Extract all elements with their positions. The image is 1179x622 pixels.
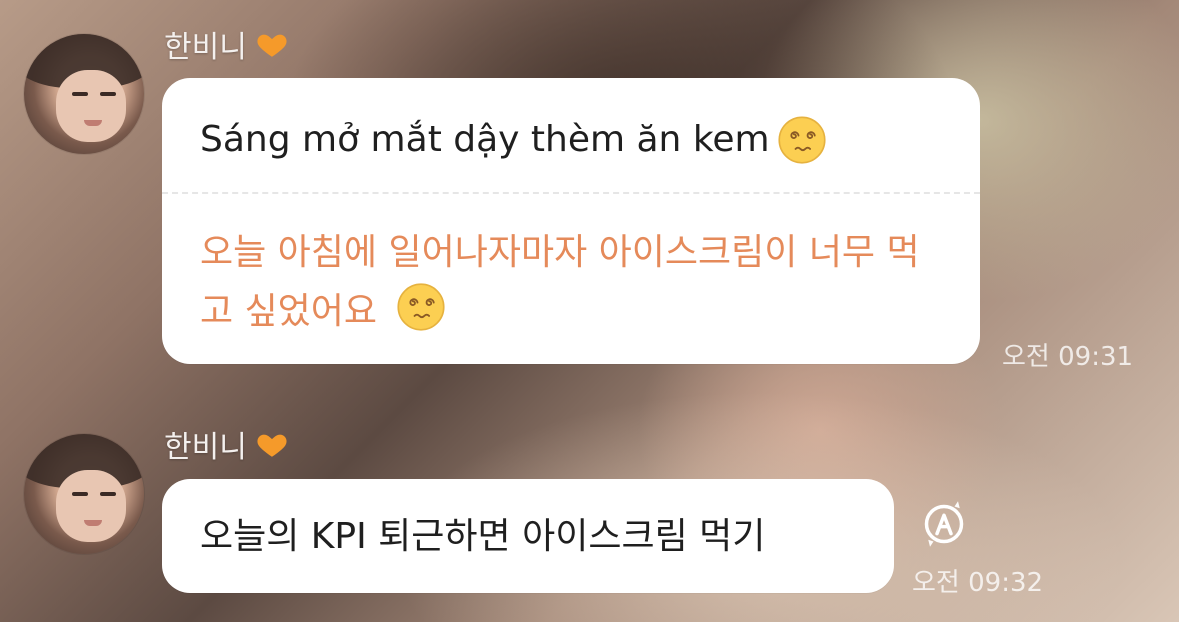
dizzy-face-emoji-icon bbox=[778, 116, 826, 164]
message-text-row: Sáng mở mắt dậy thèm ăn kem bbox=[200, 114, 828, 166]
avatar-eye bbox=[100, 492, 116, 496]
message-text: 오늘의 KPI 퇴근하면 아이스크림 먹기 bbox=[200, 516, 766, 557]
message-timestamp: 오전 09:32 bbox=[912, 568, 1044, 598]
sender-label: 한비니 bbox=[164, 30, 247, 65]
translate-icon[interactable] bbox=[916, 496, 972, 552]
avatar-eye bbox=[100, 92, 116, 96]
avatar-face bbox=[56, 70, 126, 142]
avatar[interactable] bbox=[24, 34, 144, 154]
message-bubble[interactable]: Sáng mở mắt dậy thèm ăn kem 오늘 아침에 일어나자마… bbox=[162, 78, 980, 364]
translation-text: 오늘 아침에 일어나자마자 아이스크림이 너무 먹고 싶었어요 bbox=[200, 232, 920, 332]
translation-divider bbox=[162, 192, 980, 194]
sender-label: 한비니 bbox=[164, 430, 247, 465]
orange-heart-icon bbox=[257, 434, 287, 457]
message-text: Sáng mở mắt dậy thèm ăn kem bbox=[200, 119, 770, 161]
avatar[interactable] bbox=[24, 434, 144, 554]
orange-heart-icon bbox=[257, 34, 287, 57]
dizzy-face-emoji-icon bbox=[396, 283, 445, 331]
sender-name: 한비니 bbox=[164, 422, 289, 466]
avatar-face bbox=[56, 470, 126, 542]
message-bubble[interactable]: 오늘의 KPI 퇴근하면 아이스크림 먹기 bbox=[162, 479, 894, 593]
translation-text-block: 오늘 아침에 일어나자마자 아이스크림이 너무 먹고 싶었어요 bbox=[200, 225, 952, 340]
sender-name: 한비니 bbox=[164, 22, 289, 66]
message-timestamp: 오전 09:31 bbox=[1002, 342, 1134, 372]
avatar-eye bbox=[72, 92, 88, 96]
avatar-eye bbox=[72, 492, 88, 496]
